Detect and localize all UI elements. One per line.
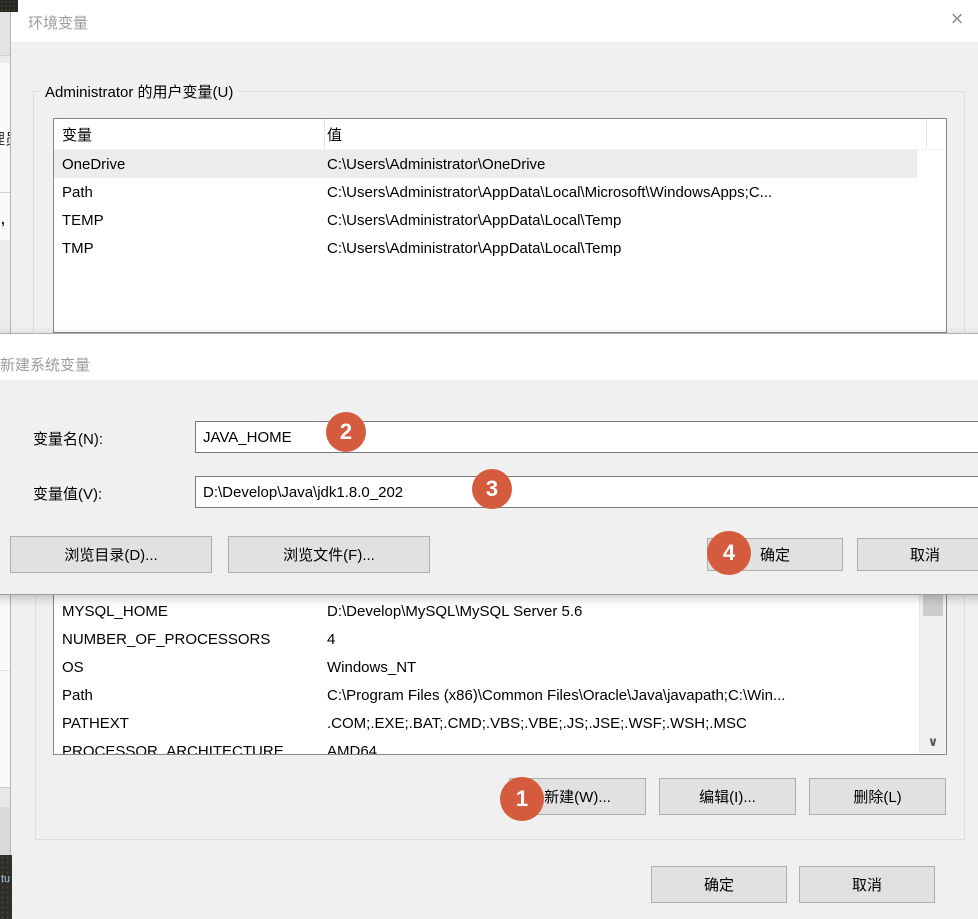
env-dialog-titlebar[interactable]: 环境变量 × xyxy=(11,0,978,43)
table-row[interactable]: NUMBER_OF_PROCESSORS 4 xyxy=(54,625,917,653)
background-segment xyxy=(0,787,10,808)
variable-value-input[interactable] xyxy=(195,476,978,508)
cancel-button[interactable]: 取消 xyxy=(857,538,978,571)
cell-variable-value: C:\Users\Administrator\AppData\Local\Tem… xyxy=(327,206,913,234)
user-variables-group-label: Administrator 的用户变量(U) xyxy=(40,81,238,102)
background-segment xyxy=(0,12,10,56)
table-row[interactable]: TMP C:\Users\Administrator\AppData\Local… xyxy=(54,234,917,262)
desktop-icon-label: tu xyxy=(1,873,10,885)
variable-value-label: 变量值(V): xyxy=(33,483,102,504)
scroll-down-icon[interactable]: ∨ xyxy=(920,733,946,751)
cell-variable-name: OneDrive xyxy=(62,150,312,178)
close-icon[interactable]: × xyxy=(944,6,970,32)
ok-button[interactable]: 确定 xyxy=(651,866,787,903)
new-system-variable-dialog: 新建系统变量 变量名(N): 变量值(V): 浏览目录(D)... 浏览文件(F… xyxy=(0,333,978,595)
background-text-fragment: 理员 xyxy=(0,63,10,193)
cell-variable-name: MYSQL_HOME xyxy=(62,597,312,625)
background-segment xyxy=(0,807,10,855)
table-row[interactable]: OneDrive C:\Users\Administrator\OneDrive xyxy=(54,150,917,178)
scrollbar-thumb[interactable] xyxy=(923,595,943,616)
annotation-step-4: 4 xyxy=(707,531,751,575)
env-dialog-title: 环境变量 xyxy=(28,12,88,33)
table-row[interactable]: Path C:\Program Files (x86)\Common Files… xyxy=(54,681,917,709)
annotation-step-3: 3 xyxy=(472,469,512,509)
annotation-step-2: 2 xyxy=(326,412,366,452)
edit-button[interactable]: 编辑(I)... xyxy=(659,778,796,815)
table-row[interactable]: TEMP C:\Users\Administrator\AppData\Loca… xyxy=(54,206,917,234)
cell-variable-value: C:\Users\Administrator\AppData\Local\Mic… xyxy=(327,178,913,206)
cell-variable-name: PATHEXT xyxy=(62,709,312,737)
background-segment: , xyxy=(0,193,10,240)
cell-variable-value: 4 xyxy=(327,625,913,653)
table-row[interactable]: PATHEXT .COM;.EXE;.BAT;.CMD;.VBS;.VBE;.J… xyxy=(54,709,917,737)
cell-variable-value: C:\Program Files (x86)\Common Files\Orac… xyxy=(327,681,913,709)
background-segment xyxy=(0,56,10,63)
new-dialog-titlebar[interactable]: 新建系统变量 xyxy=(0,334,978,380)
desktop-fragment: tu xyxy=(0,855,12,919)
cancel-button[interactable]: 取消 xyxy=(799,866,935,903)
cell-variable-name: Path xyxy=(62,178,312,206)
screenshot-root: 理员 , tu 环境变量 × Administrator 的用户变量(U) 变量… xyxy=(0,0,978,919)
variable-name-label: 变量名(N): xyxy=(33,428,103,449)
browse-directory-button[interactable]: 浏览目录(D)... xyxy=(10,536,212,573)
background-segment xyxy=(0,240,10,333)
cell-variable-value: AMD64 xyxy=(327,737,913,755)
table-row[interactable]: MYSQL_HOME D:\Develop\MySQL\MySQL Server… xyxy=(54,597,917,625)
cell-variable-value: .COM;.EXE;.BAT;.CMD;.VBS;.VBE;.JS;.JSE;.… xyxy=(327,709,913,737)
browse-file-button[interactable]: 浏览文件(F)... xyxy=(228,536,430,573)
table-row[interactable]: OS Windows_NT xyxy=(54,653,917,681)
new-dialog-title: 新建系统变量 xyxy=(0,354,90,375)
desktop-corner-fragment xyxy=(0,0,18,12)
table-row[interactable]: PROCESSOR_ARCHITECTURE AMD64 xyxy=(54,737,917,755)
background-segment xyxy=(0,671,10,787)
column-header-variable[interactable]: 变量 xyxy=(54,119,325,149)
background-segment xyxy=(0,593,10,671)
user-table-header: 变量 值 xyxy=(54,119,946,150)
user-variables-table[interactable]: 变量 值 OneDrive C:\Users\Administrator\One… xyxy=(53,118,947,333)
clipped-text: 理员 xyxy=(0,128,10,149)
comma-text-fragment: , xyxy=(1,211,5,227)
cell-variable-value: Windows_NT xyxy=(327,653,913,681)
table-row[interactable]: Path C:\Users\Administrator\AppData\Loca… xyxy=(54,178,917,206)
cell-variable-name: TMP xyxy=(62,234,312,262)
annotation-step-1: 1 xyxy=(500,777,544,821)
cell-variable-value: C:\Users\Administrator\OneDrive xyxy=(327,150,913,178)
cell-variable-name: Path xyxy=(62,681,312,709)
cell-variable-name: NUMBER_OF_PROCESSORS xyxy=(62,625,312,653)
cell-variable-name: PROCESSOR_ARCHITECTURE xyxy=(62,737,312,755)
cell-variable-name: OS xyxy=(62,653,312,681)
column-header-value[interactable]: 值 xyxy=(317,119,927,149)
vertical-scrollbar[interactable]: ∨ xyxy=(919,595,946,753)
cell-variable-name: TEMP xyxy=(62,206,312,234)
cell-variable-value: C:\Users\Administrator\AppData\Local\Tem… xyxy=(327,234,913,262)
variable-name-input[interactable] xyxy=(195,421,978,453)
cell-variable-value: D:\Develop\MySQL\MySQL Server 5.6 xyxy=(327,597,913,625)
delete-button[interactable]: 删除(L) xyxy=(809,778,946,815)
